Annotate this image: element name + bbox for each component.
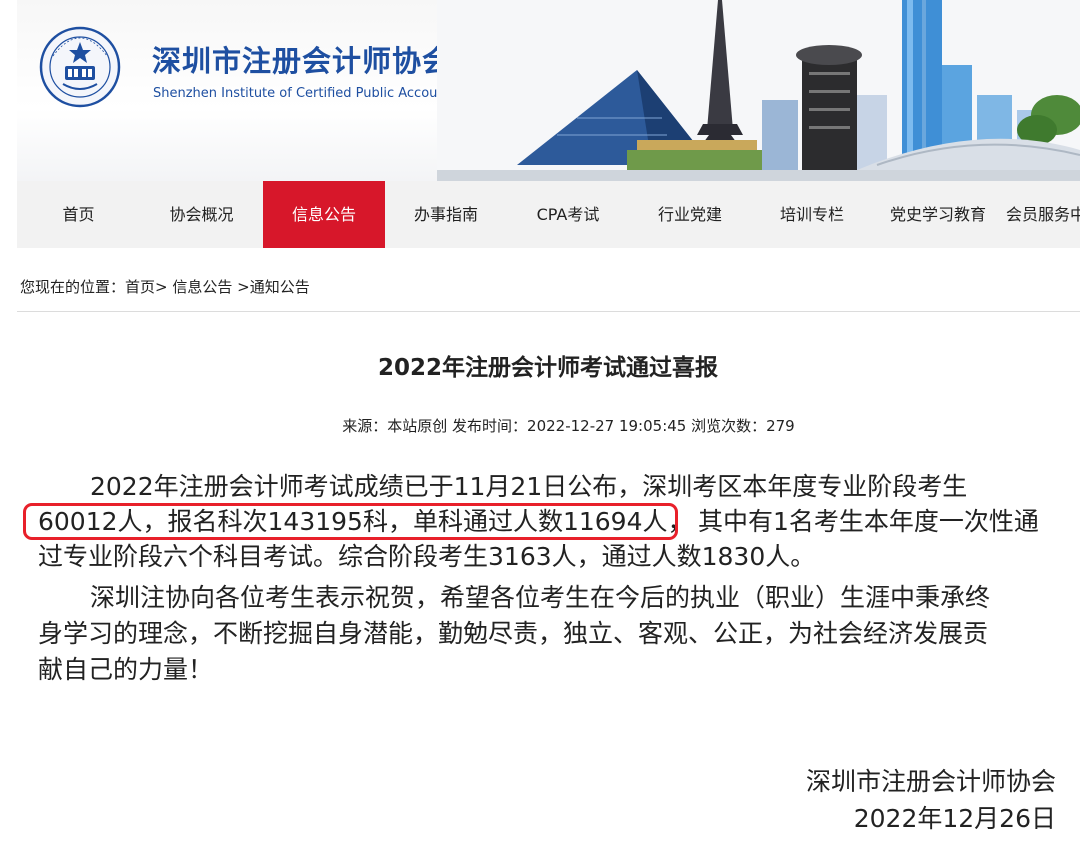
nav-item-home[interactable]: 首页 — [17, 181, 140, 248]
article-paragraph-line: 其中有1名考生本年度一次性通 — [698, 507, 1039, 536]
article-meta: 来源：本站原创 发布时间：2022-12-27 19:05:45 浏览次数：27… — [342, 417, 795, 435]
nav-item-about[interactable]: 协会概况 — [140, 181, 263, 248]
article-paragraph-line: 深圳注协向各位考生表示祝贺，希望各位考生在今后的执业（职业）生涯中秉承终 — [90, 583, 991, 612]
breadcrumb: 您现在的位置：首页> 信息公告 >通知公告 — [20, 276, 310, 297]
city-skyline-banner — [437, 0, 1080, 181]
nav-item-member-service[interactable]: 会员服务中 — [1003, 181, 1080, 248]
article-paragraph-line: 过专业阶段六个科目考试。综合阶段考生3163人，通过人数1830人。 — [38, 542, 816, 571]
nav-item-guide[interactable]: 办事指南 — [385, 181, 507, 248]
institute-seal-icon[interactable] — [39, 26, 121, 108]
article-paragraph-line: 2022年注册会计师考试成绩已于11月21日公布，深圳考区本年度专业阶段考生 — [90, 472, 968, 501]
highlight-annotation — [23, 503, 678, 540]
site-name-english: Shenzhen Institute of Certified Public A… — [153, 86, 479, 101]
signature-date: 2022年12月26日 — [853, 804, 1056, 833]
signature-organization: 深圳市注册会计师协会 — [805, 767, 1056, 796]
nav-item-cpa-exam[interactable]: CPA考试 — [507, 181, 629, 248]
nav-item-training[interactable]: 培训专栏 — [751, 181, 873, 248]
breadcrumb-notices[interactable]: >通知公告 — [237, 278, 310, 296]
site-name: 深圳市注册会计师协会 — [152, 44, 453, 78]
nav-item-announcements[interactable]: 信息公告 — [263, 181, 385, 248]
site-header: 深圳市注册会计师协会 Shenzhen Institute of Certifi… — [17, 0, 1080, 181]
nav-item-party-history[interactable]: 党史学习教育 — [873, 181, 1003, 248]
breadcrumb-home[interactable]: 首页> — [125, 278, 168, 296]
main-nav: 首页 协会概况 信息公告 办事指南 CPA考试 行业党建 培训专栏 党史学习教育… — [17, 181, 1080, 248]
nav-item-party-building[interactable]: 行业党建 — [629, 181, 751, 248]
divider — [17, 311, 1080, 312]
breadcrumb-announcements[interactable]: 信息公告 — [172, 278, 232, 296]
article-paragraph-line: 献自己的力量！ — [38, 655, 214, 684]
breadcrumb-prefix: 您现在的位置： — [20, 278, 126, 296]
article-paragraph-line: 身学习的理念，不断挖掘自身潜能，勤勉尽责，独立、客观、公正，为社会经济发展贡 — [38, 619, 989, 648]
article-title: 2022年注册会计师考试通过喜报 — [377, 355, 718, 381]
